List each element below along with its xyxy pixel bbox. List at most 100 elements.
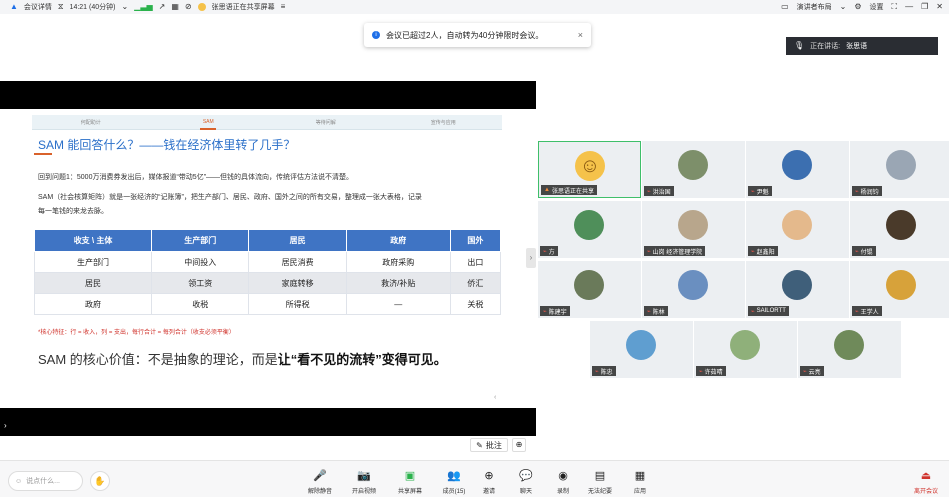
close-icon[interactable]: × <box>578 30 583 40</box>
members-icon: 👥 <box>447 470 461 482</box>
participant-tile[interactable]: ⌁ 杨润钧 <box>850 141 949 198</box>
chat-input[interactable]: ☺ 说点什么... <box>8 471 83 491</box>
participant-name: 尹魁 <box>756 189 769 196</box>
annotate-button[interactable]: ✎ 批注 <box>470 438 508 452</box>
emoji-icon[interactable]: ☺ <box>15 478 22 485</box>
slide-paragraph-2-cont: 每一笔钱的来龙去脉。 <box>38 208 108 215</box>
participant-nameplate: ⌁ 陈林 <box>644 306 668 316</box>
toolbar-button-chat[interactable]: 💬 聊天 <box>508 469 544 495</box>
table-cell: 家庭转移 <box>248 272 347 294</box>
toolbar-button-mic-off[interactable]: 🎤 解除静音 <box>302 469 338 495</box>
meeting-details-button[interactable]: 会议详情 <box>24 2 52 12</box>
mic-off-icon: ▲ <box>544 187 550 193</box>
participant-name: SAILORTT <box>756 308 786 314</box>
participant-tile[interactable]: ⌁ 洪治国 <box>642 141 745 198</box>
participant-name: 方 <box>548 249 555 256</box>
mic-off-icon: ⌁ <box>751 248 755 255</box>
meeting-toolbar: ☺ 说点什么... ✋ 🎤 解除静音 📷 开启视频 ▣ 共享屏幕 👥 成员(15) ⊕ 邀请 💬 聊天… <box>0 460 949 497</box>
toolbar-button-camera-off[interactable]: 📷 开启视频 <box>346 469 382 495</box>
meeting-logo-icon: ▲ <box>10 2 18 11</box>
settings-button[interactable]: 设置 <box>870 2 884 12</box>
toolbar-button-apps[interactable]: ▦ 应用 <box>622 469 658 495</box>
sam-table: 收支 \ 主体 生产部门 居民 政府 国外 生产部门 中间投入 居民消费 政府采… <box>33 229 502 315</box>
chevron-down-icon[interactable]: ⌄ <box>840 3 847 11</box>
letterbox-bottom <box>0 408 536 436</box>
external-window-icon[interactable]: ↗ <box>159 3 166 11</box>
participant-name: 山岗 经济管理学院 <box>652 249 703 256</box>
toolbar-button-share-screen[interactable]: ▣ 共享屏幕 <box>392 469 428 495</box>
participant-tile[interactable]: ⌁ 尹魁 <box>746 141 849 198</box>
slide-nav: 何配助计 SAM 等待问解 宣传与应用 <box>32 115 502 130</box>
slide-nav-item: 宣传与应用 <box>430 119 456 126</box>
participant-nameplate: ⌁ SAILORTT <box>748 306 789 316</box>
avatar <box>678 210 708 240</box>
toolbar-button-invite[interactable]: ⊕ 邀请 <box>471 469 507 495</box>
toolbar-button-members[interactable]: 👥 成员(15) <box>436 469 472 495</box>
info-icon: i <box>372 31 380 39</box>
toolbar-label: 解除静音 <box>307 489 332 495</box>
collapse-gallery-handle[interactable]: › <box>526 248 536 268</box>
toolbar-button-record[interactable]: ◉ 录制 <box>545 469 581 495</box>
participant-tile[interactable]: ⌁ 陈建宇 <box>538 261 641 318</box>
table-cell: 领工资 <box>151 272 250 294</box>
participant-nameplate: ⌁ 洪治国 <box>644 186 674 196</box>
participant-tile[interactable]: ⌁ 云亮 <box>798 321 901 378</box>
participant-tile[interactable]: ⌁ 王学人 <box>850 261 949 318</box>
participant-name: 陈建宇 <box>548 309 567 316</box>
leave-meeting-button[interactable]: ⏏ 离开会议 <box>908 469 944 495</box>
slide-paragraph-2: SAM（社会核算矩阵）就是一张经济的“记账簿”，把生产部门、居民、政府、国外之间… <box>38 194 422 201</box>
participant-tile[interactable]: ⌁ 许茹晴 <box>694 321 797 378</box>
toolbar-label: 开启视频 <box>351 489 376 495</box>
raise-hand-icon[interactable]: ✋ <box>90 471 110 491</box>
participant-tile[interactable]: ⌁ 方 <box>538 201 641 258</box>
fullscreen-icon[interactable]: ⛶ <box>892 3 898 11</box>
minimize-icon[interactable]: — <box>905 3 913 11</box>
participant-name: 付锟 <box>860 249 873 256</box>
avatar <box>886 150 916 180</box>
presenter-layout-button[interactable]: 演讲者布局 <box>797 2 832 12</box>
letterbox-top <box>0 81 536 109</box>
title-bar: ▲ 会议详情 ⧖ 14:21 (40分钟) ⌄ ▁▃▅ ↗ ▦ ⊘ 张思语正在共… <box>0 0 949 14</box>
mic-off-icon: ⌁ <box>803 368 807 375</box>
participant-tile[interactable]: ☺ ▲ 张思语正在共享 <box>538 141 641 198</box>
participant-tile[interactable]: ⌁ 付锟 <box>850 201 949 258</box>
avatar <box>886 270 916 300</box>
more-icon[interactable]: ≡ <box>281 3 286 11</box>
table-cell: 收税 <box>151 293 250 315</box>
layout-icon[interactable]: ▭ <box>781 3 789 11</box>
toolbar-button-minutes[interactable]: ▤ 无法纪要 <box>582 469 618 495</box>
chat-placeholder: 说点什么... <box>26 478 60 485</box>
participant-tile[interactable]: ⌁ 陈林 <box>642 261 745 318</box>
close-icon[interactable]: ✕ <box>936 3 943 11</box>
stop-share-icon[interactable]: ⊘ <box>185 3 192 11</box>
mic-off-icon: ⌁ <box>751 188 755 195</box>
leave-label: 离开会议 <box>913 489 938 495</box>
participant-name: 赵鑫阳 <box>756 249 775 256</box>
toolbar-label: 应用 <box>633 489 646 495</box>
table-cell: 救济/补贴 <box>345 272 451 294</box>
table-header: 居民 <box>248 229 347 252</box>
speaker-name: 张思语 <box>846 43 868 50</box>
participant-name: 陈林 <box>652 309 665 316</box>
participant-tile[interactable]: ⌁ 山岗 经济管理学院 <box>642 201 745 258</box>
slide-title: SAM 能回答什么？——钱在经济体里转了几手？ <box>38 138 296 152</box>
participant-tile[interactable]: ⌁ 陈忠 <box>590 321 693 378</box>
restore-icon[interactable]: ❐ <box>921 3 928 11</box>
chevron-right-icon[interactable]: › <box>4 421 7 430</box>
participant-tile[interactable]: ⌁ SAILORTT <box>746 261 849 318</box>
toolbar-label: 聊天 <box>519 489 532 495</box>
gear-icon[interactable]: ⚙ <box>854 3 861 11</box>
table-row: 生产部门 中间投入 居民消费 政府采购 出口 <box>33 251 502 273</box>
meeting-timer[interactable]: 14:21 (40分钟) <box>70 2 116 12</box>
participant-nameplate: ⌁ 杨润钧 <box>852 186 882 196</box>
chevron-down-icon[interactable]: ⌄ <box>121 3 128 11</box>
participant-nameplate: ⌁ 王学人 <box>852 306 882 316</box>
avatar <box>782 150 812 180</box>
speaking-indicator: 🎙 正在讲话: 张思语 <box>786 37 938 55</box>
avatar <box>678 270 708 300</box>
meeting-qr-icon[interactable]: ▦ <box>171 3 179 11</box>
mic-off-icon: ⌁ <box>647 188 651 195</box>
zoom-icon[interactable]: ⊕ <box>512 438 526 452</box>
participant-tile[interactable]: ⌁ 赵鑫阳 <box>746 201 849 258</box>
slide-nav-item: 等待问解 <box>315 119 336 126</box>
